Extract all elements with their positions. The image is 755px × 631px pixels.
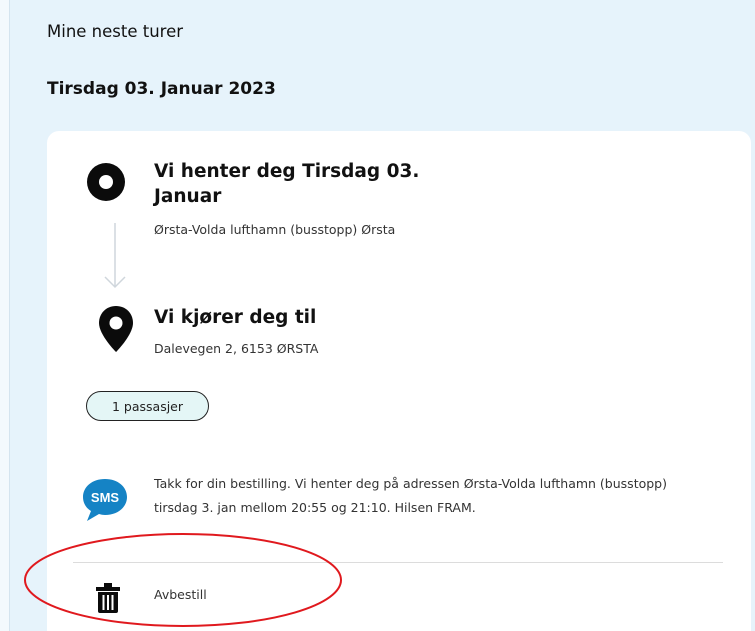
arrow-down-icon: [104, 223, 126, 289]
pickup-address: Ørsta-Volda lufthamn (busstopp) Ørsta: [154, 222, 396, 237]
trip-date-heading: Tirsdag 03. Januar 2023: [47, 79, 276, 99]
sms-confirmation-message: Takk for din bestilling. Vi henter deg p…: [154, 476, 667, 515]
cancel-booking-button[interactable]: Avbestill: [73, 572, 723, 618]
trip-card: Vi henter deg Tirsdag 03. Januar Ørsta-V…: [47, 131, 751, 631]
divider: [73, 562, 723, 563]
cancel-label: Avbestill: [154, 587, 207, 602]
map-pin-icon: [99, 306, 133, 352]
passenger-count-badge: 1 passasjer: [86, 391, 209, 421]
dropoff-address: Dalevegen 2, 6153 ØRSTA: [154, 341, 319, 356]
dropoff-title: Vi kjører deg til: [154, 307, 317, 328]
pickup-circle-icon: [87, 163, 125, 201]
pickup-title: Vi henter deg Tirsdag 03. Januar: [154, 161, 420, 207]
sms-icon: SMS: [83, 479, 127, 521]
sms-icon-label: SMS: [91, 490, 120, 505]
app-frame: Mine neste turer Tirsdag 03. Januar 2023…: [9, 0, 755, 631]
page-title: Mine neste turer: [47, 22, 184, 41]
trash-icon: [96, 583, 120, 613]
